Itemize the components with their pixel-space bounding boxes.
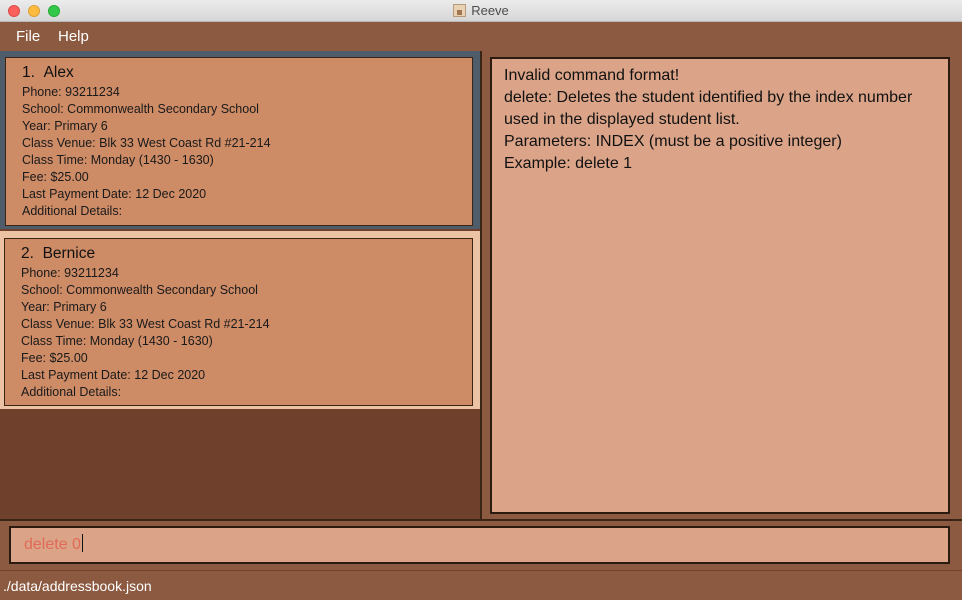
window-title: Reeve (471, 3, 509, 18)
student-card[interactable]: 2. Bernice Phone: 93211234 School: Commo… (0, 231, 480, 409)
result-line: Example: delete 1 (504, 155, 633, 172)
student-year: Year: Primary 6 (21, 300, 107, 314)
student-card-content: 1. Alex Phone: 93211234 School: Commonwe… (5, 57, 473, 226)
student-school: School: Commonwealth Secondary School (22, 102, 259, 116)
title-bar: Reeve (0, 0, 962, 22)
result-display[interactable]: Invalid command format! delete: Deletes … (490, 57, 950, 514)
student-additional-details: Additional Details: (21, 385, 122, 399)
command-text: delete 0 (24, 536, 81, 553)
menu-help[interactable]: Help (58, 28, 89, 45)
student-list-panel[interactable]: 1. Alex Phone: 93211234 School: Commonwe… (0, 51, 480, 519)
result-line: delete: Deletes the student identified b… (504, 89, 913, 106)
student-name-row: 1. Alex (22, 64, 472, 83)
student-last-payment: Last Payment Date: 12 Dec 2020 (21, 368, 206, 382)
student-card-selected[interactable]: 1. Alex Phone: 93211234 School: Commonwe… (0, 51, 480, 229)
window-title-group: Reeve (0, 3, 962, 18)
text-cursor (81, 534, 83, 552)
result-line: Invalid command format! (504, 67, 680, 84)
student-last-payment: Last Payment Date: 12 Dec 2020 (22, 187, 207, 201)
command-area: delete 0 (0, 521, 962, 570)
result-line: Parameters: INDEX (must be a positive in… (504, 133, 842, 150)
save-location: ./data/addressbook.json (3, 578, 152, 594)
status-bar: ./data/addressbook.json (0, 570, 962, 600)
menu-file[interactable]: File (16, 28, 40, 45)
student-class-time: Class Time: Monday (1430 - 1630) (21, 334, 213, 348)
command-input[interactable]: delete 0 (9, 526, 950, 564)
student-fee: Fee: $25.00 (21, 351, 88, 365)
student-phone: Phone: 93211234 (22, 85, 120, 99)
student-school: School: Commonwealth Secondary School (21, 283, 258, 297)
student-name-row: 2. Bernice (21, 245, 472, 264)
student-additional-details: Additional Details: (22, 204, 123, 218)
student-card-content: 2. Bernice Phone: 93211234 School: Commo… (4, 238, 473, 406)
student-phone: Phone: 93211234 (21, 266, 119, 280)
result-line: used in the displayed student list. (504, 111, 740, 128)
student-class-venue: Class Venue: Blk 33 West Coast Rd #21-21… (21, 317, 270, 331)
student-index: 2. (21, 245, 34, 262)
student-index: 1. (22, 64, 35, 81)
app-icon (453, 4, 467, 17)
student-year: Year: Primary 6 (22, 119, 108, 133)
student-name: Alex (43, 64, 74, 81)
student-fee: Fee: $25.00 (22, 170, 89, 184)
student-name: Bernice (42, 245, 96, 262)
result-panel: Invalid command format! delete: Deletes … (482, 51, 962, 519)
student-class-venue: Class Venue: Blk 33 West Coast Rd #21-21… (22, 136, 271, 150)
menu-bar: File Help (0, 22, 962, 51)
student-class-time: Class Time: Monday (1430 - 1630) (22, 153, 214, 167)
